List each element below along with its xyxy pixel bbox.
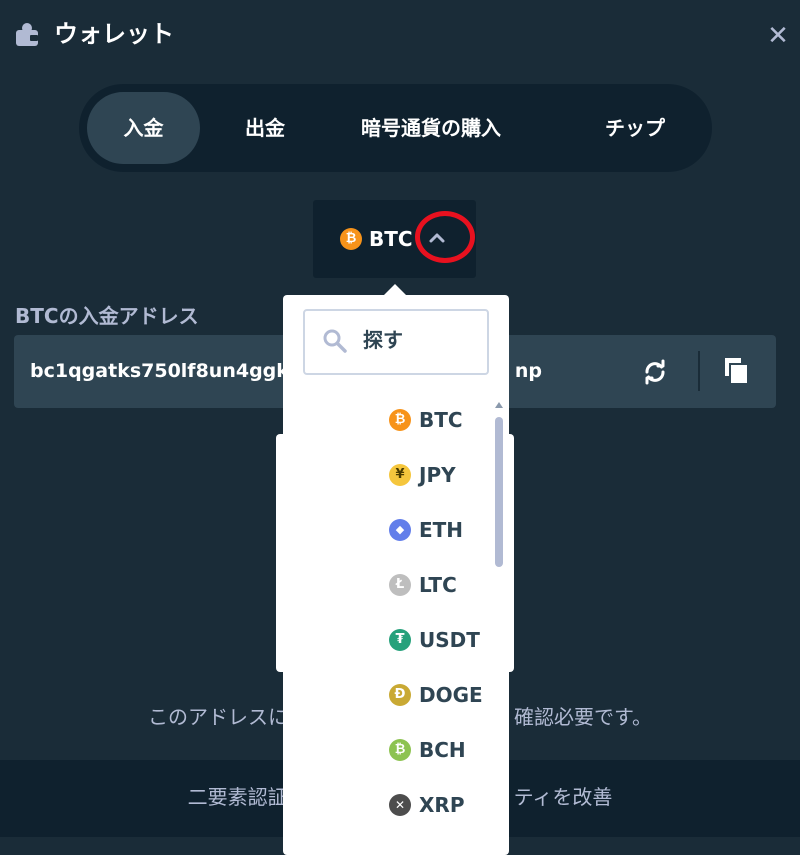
refresh-icon[interactable] <box>640 357 670 387</box>
list-item-doge[interactable]: Ð DOGE <box>283 668 495 722</box>
list-item-eth[interactable]: ◆ ETH <box>283 503 495 557</box>
scroll-up-arrow[interactable] <box>495 402 503 408</box>
wallet-icon <box>16 23 38 46</box>
notice-start: このアドレスに <box>148 705 288 729</box>
currency-selector[interactable]: ₿ BTC <box>313 200 476 278</box>
address-value-start: bc1qgatks750lf8un4ggk <box>30 360 289 382</box>
list-item-label: USDT <box>419 628 480 652</box>
usdt-icon: ₮ <box>389 629 411 651</box>
address-value-end: np <box>514 360 543 382</box>
list-item-usdt[interactable]: ₮ USDT <box>283 613 495 667</box>
list-item-bch[interactable]: ₿ BCH <box>283 723 495 777</box>
list-item-label: ETH <box>419 518 464 542</box>
divider <box>698 351 700 391</box>
list-item-label: LTC <box>419 573 457 597</box>
xrp-icon: ✕ <box>389 794 411 816</box>
search-field[interactable] <box>303 309 489 375</box>
bch-icon: ₿ <box>389 739 411 761</box>
list-item-jpy[interactable]: ¥ JPY <box>283 448 495 502</box>
list-item-label: XRP <box>419 793 465 817</box>
list-item-label: DOGE <box>419 683 483 707</box>
currency-dropdown: ₿ BTC ¥ JPY ◆ ETH Ł LTC ₮ USDT <box>283 295 509 855</box>
search-input[interactable] <box>363 325 483 355</box>
wallet-title: ウォレット <box>54 20 174 48</box>
tab-withdraw[interactable]: 出金 <box>207 92 323 164</box>
notice-end: 確認必要です。 <box>514 705 652 729</box>
list-item-xrp[interactable]: ✕ XRP <box>283 778 495 832</box>
address-label: BTCの入金アドレス <box>15 304 199 328</box>
list-item-btc[interactable]: ₿ BTC <box>283 393 495 447</box>
chevron-up-icon <box>429 233 445 243</box>
wallet-tabs: 入金 出金 暗号通貨の購入 チップ <box>79 84 712 172</box>
tab-deposit[interactable]: 入金 <box>87 92 200 164</box>
eth-icon: ◆ <box>389 519 411 541</box>
wallet-header: ウォレット ✕ <box>0 0 800 72</box>
list-item-label: JPY <box>419 463 456 487</box>
doge-icon: Ð <box>389 684 411 706</box>
footer-text-start: 二要素認証 <box>187 785 288 809</box>
tab-tip[interactable]: チップ <box>555 92 715 164</box>
search-icon <box>323 329 347 353</box>
list-item-ltc[interactable]: Ł LTC <box>283 558 495 612</box>
scrollbar-thumb[interactable] <box>495 417 503 567</box>
close-icon[interactable]: ✕ <box>764 20 792 52</box>
selected-currency: BTC <box>369 227 413 251</box>
footer-text-end: ティを改善 <box>513 785 613 809</box>
dropdown-caret <box>384 284 406 295</box>
tab-buy-crypto[interactable]: 暗号通貨の購入 <box>331 92 531 164</box>
copy-icon[interactable] <box>722 355 752 387</box>
jpy-icon: ¥ <box>389 464 411 486</box>
list-item-label: BTC <box>419 408 463 432</box>
ltc-icon: Ł <box>389 574 411 596</box>
list-item-label: BCH <box>419 738 466 762</box>
btc-icon: ₿ <box>389 409 411 431</box>
btc-icon: ₿ <box>340 228 362 250</box>
